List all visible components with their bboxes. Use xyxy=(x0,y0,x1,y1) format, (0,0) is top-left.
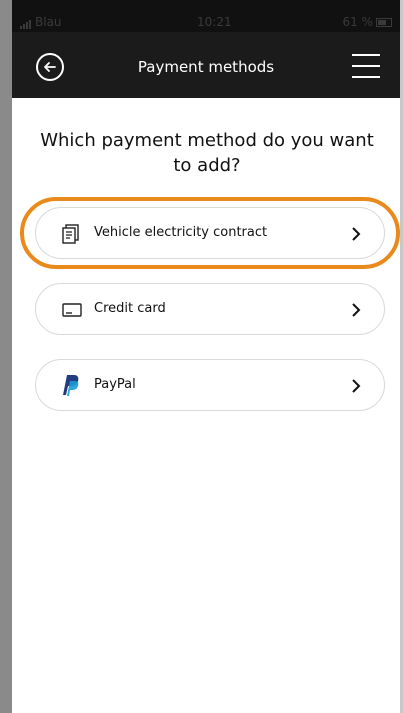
status-time: 10:21 xyxy=(197,15,232,29)
device-frame-left xyxy=(0,0,12,713)
option-credit-card[interactable]: Credit card xyxy=(35,283,385,335)
menu-icon-line xyxy=(352,76,380,78)
carrier-name: Blau xyxy=(35,15,62,29)
signal-icon xyxy=(20,15,32,29)
menu-icon-line xyxy=(352,65,380,67)
option-paypal[interactable]: PayPal xyxy=(35,359,385,411)
option-label: PayPal xyxy=(94,377,136,392)
page-title: Payment methods xyxy=(137,58,275,76)
paypal-logo-icon xyxy=(60,373,80,401)
status-bar: Blau 10:21 61 % xyxy=(12,0,400,32)
app-header: Payment methods xyxy=(12,32,400,98)
app-screen: Blau 10:21 61 % Payment methods Which pa… xyxy=(12,0,400,713)
battery-icon xyxy=(376,18,392,27)
highlight-annotation-ring xyxy=(20,197,400,269)
credit-card-icon xyxy=(62,302,82,321)
option-label: Credit card xyxy=(94,301,166,316)
chevron-right-icon xyxy=(351,302,361,321)
payment-question: Which payment method do you want to add? xyxy=(40,130,374,176)
battery-indicator: 61 % xyxy=(342,15,392,29)
carrier-indicator: Blau xyxy=(20,15,62,29)
chevron-right-icon xyxy=(351,378,361,397)
menu-button[interactable] xyxy=(352,52,382,80)
menu-icon-line xyxy=(352,54,380,56)
battery-percent: 61 % xyxy=(342,15,374,29)
